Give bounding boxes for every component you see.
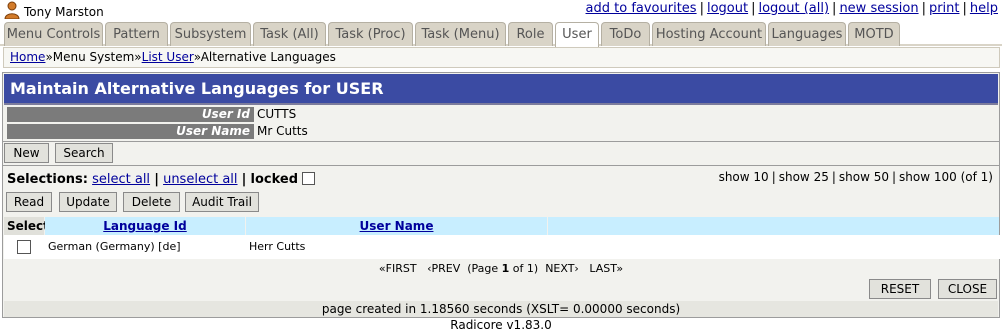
delete-button[interactable]: Delete — [123, 192, 180, 212]
reset-button[interactable]: RESET — [869, 279, 931, 299]
tab-subsystem[interactable]: Subsystem — [170, 22, 251, 46]
selections-bar: Selections: select all | unselect all | … — [7, 172, 316, 187]
tab-menu-controls[interactable]: Menu Controls — [4, 22, 103, 46]
tab-task-all[interactable]: Task (All) — [253, 22, 326, 46]
logout-all-link[interactable]: logout (all) — [758, 1, 829, 16]
user-id-value: CUTTS — [257, 107, 297, 121]
logout-link[interactable]: logout — [707, 1, 748, 16]
help-link[interactable]: help — [970, 1, 998, 16]
breadcrumb-separator: » — [45, 50, 53, 64]
user-name-column-header[interactable]: User Name — [246, 217, 547, 235]
page-timing: page created in 1.18560 seconds (XSLT= 0… — [4, 301, 998, 317]
main-panel: Maintain Alternative Languages for USER … — [2, 72, 1000, 318]
language-id-column-header[interactable]: Language Id — [45, 217, 245, 235]
tab-task-menu[interactable]: Task (Menu) — [415, 22, 506, 46]
tab-pattern[interactable]: Pattern — [105, 22, 168, 46]
divider — [3, 165, 999, 166]
new-session-link[interactable]: new session — [839, 1, 918, 16]
tab-todo[interactable]: ToDo — [601, 22, 650, 46]
tab-role[interactable]: Role — [508, 22, 553, 46]
breadcrumb-home[interactable]: Home — [10, 50, 45, 64]
title-bar-underline — [4, 103, 998, 105]
version-label: Radicore v1.83.0 — [450, 318, 552, 332]
empty-column-header — [548, 217, 999, 235]
row-select-checkbox[interactable] — [17, 240, 31, 254]
user-name-value: Mr Cutts — [257, 124, 308, 138]
read-button[interactable]: Read — [6, 192, 52, 212]
audit-trail-button[interactable]: Audit Trail — [185, 192, 259, 212]
pagination: «FIRST ‹PREV (Page 1 of 1) NEXT› LAST» — [4, 261, 998, 277]
breadcrumb-current: Alternative Languages — [200, 50, 336, 64]
record-count: (of 1) — [960, 170, 993, 184]
select-all-link[interactable]: select all — [92, 172, 150, 187]
show-10-link[interactable]: show 10 — [719, 170, 769, 184]
tab-languages[interactable]: Languages — [768, 22, 846, 46]
row-language-id: German (Germany) [de] — [48, 240, 181, 253]
search-button[interactable]: Search — [55, 143, 113, 163]
user-name-label: User Name — [7, 124, 254, 139]
selections-label: Selections: — [7, 172, 88, 187]
close-button[interactable]: CLOSE — [938, 279, 997, 299]
show-25-link[interactable]: show 25 — [779, 170, 829, 184]
top-bar: Tony Marston add to favourites | logout | lo… — [0, 0, 1002, 20]
breadcrumb-menu-system: Menu System — [52, 50, 135, 64]
locked-checkbox[interactable] — [302, 172, 316, 185]
last-page-link[interactable]: LAST» — [589, 262, 623, 275]
divider — [3, 141, 999, 142]
prev-page-link[interactable]: ‹PREV — [427, 262, 460, 275]
page-total: of 1) — [512, 262, 539, 275]
page-label: (Page — [467, 262, 499, 275]
detail-row-user-name: User Name Mr Cutts — [7, 124, 999, 139]
detail-row-user-id: User Id CUTTS — [7, 107, 999, 122]
tab-motd[interactable]: MOTD — [848, 22, 900, 46]
top-links: add to favourites | logout | logout (all) | ne… — [585, 1, 998, 16]
user-name-sort-link[interactable]: User Name — [360, 219, 434, 233]
tab-user[interactable]: User — [555, 22, 599, 48]
update-button[interactable]: Update — [59, 192, 117, 212]
user-icon — [4, 1, 20, 19]
row-user-name: Herr Cutts — [249, 240, 306, 253]
show-50-link[interactable]: show 50 — [839, 170, 889, 184]
tab-bar: Menu Controls Pattern Subsystem Task (Al… — [0, 22, 1002, 48]
tab-task-proc[interactable]: Task (Proc) — [328, 22, 413, 46]
add-to-favourites-link[interactable]: add to favourites — [586, 1, 697, 16]
breadcrumb: Home»Menu System»List User»Alternative L… — [3, 47, 1000, 68]
unselect-all-link[interactable]: unselect all — [163, 172, 237, 187]
language-id-sort-link[interactable]: Language Id — [103, 219, 186, 233]
user-id-label: User Id — [7, 107, 254, 122]
breadcrumb-separator: » — [193, 50, 201, 64]
page-size-links: show 10 | show 25 | show 50 | show 100 (of 1) — [718, 170, 993, 184]
breadcrumb-list-user[interactable]: List User — [142, 50, 194, 64]
select-column-header: Select — [4, 217, 49, 235]
tab-hosting-account[interactable]: Hosting Account — [652, 22, 766, 46]
next-page-link[interactable]: NEXT› — [545, 262, 579, 275]
current-page: 1 — [501, 262, 510, 275]
user-name: Tony Marston — [24, 5, 104, 19]
row-select-cell — [17, 235, 33, 259]
locked-label: locked — [250, 172, 299, 187]
page-title: Maintain Alternative Languages for USER — [4, 74, 998, 103]
new-button[interactable]: New — [4, 143, 49, 163]
print-link[interactable]: print — [929, 1, 960, 16]
breadcrumb-separator: » — [134, 50, 142, 64]
show-100-link[interactable]: show 100 — [899, 170, 957, 184]
first-page-link[interactable]: «FIRST — [379, 262, 417, 275]
